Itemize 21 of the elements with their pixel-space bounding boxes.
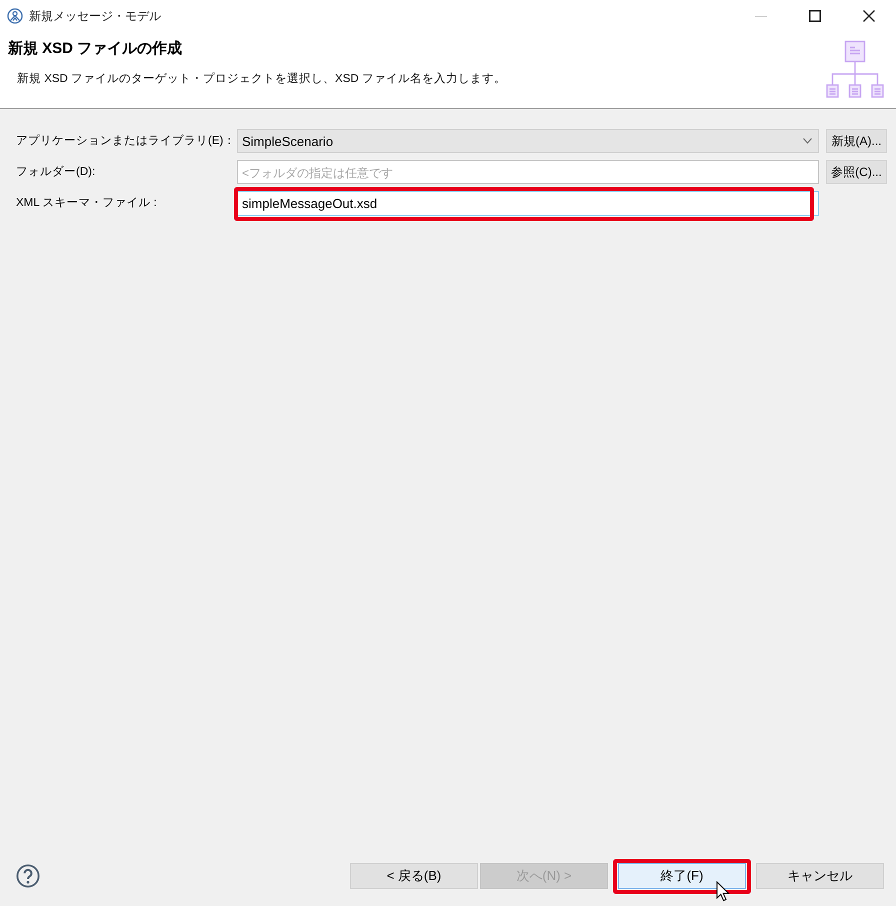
page-title: 新規 XSD ファイルの作成 <box>8 39 182 59</box>
mouse-pointer-icon <box>716 881 730 902</box>
dialog-button[interactable]: < 戻る(B) <box>350 863 478 889</box>
close-icon <box>863 10 875 22</box>
combo-box[interactable]: SimpleScenario <box>237 129 819 153</box>
chevron-down-icon <box>803 138 812 144</box>
page-description: 新規 XSD ファイルのターゲット・プロジェクトを選択し、XSD ファイル名を入力します。 <box>17 71 506 87</box>
text-field[interactable]: simpleMessageOut.xsd <box>237 191 819 216</box>
text-field[interactable]: <フォルダの指定は任意です <box>237 160 819 184</box>
browse-button[interactable]: 新規(A)... <box>826 129 887 153</box>
help-icon[interactable] <box>16 864 40 888</box>
field-label: アプリケーションまたはライブラリ(E)： <box>16 133 236 149</box>
browse-button[interactable]: 参照(C)... <box>826 160 887 184</box>
dialog-button[interactable]: 終了(F) <box>618 863 746 889</box>
maximize-icon <box>809 10 821 22</box>
field-label: XML スキーマ・ファイル : <box>16 196 157 211</box>
dialog-button[interactable]: キャンセル <box>756 863 884 889</box>
window-title: 新規メッセージ・モデル <box>29 8 162 24</box>
app-icon <box>7 8 23 24</box>
field-label: フォルダー(D): <box>16 164 96 180</box>
hierarchy-icon <box>826 40 884 98</box>
